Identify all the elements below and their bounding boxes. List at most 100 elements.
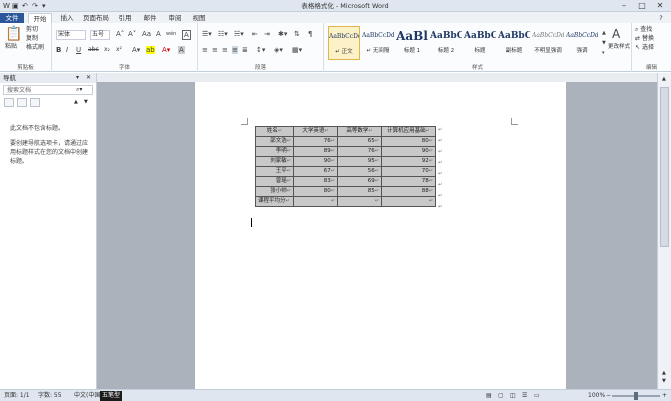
view-full-screen-icon[interactable]: ▢ xyxy=(498,391,504,401)
table-cell[interactable]: 王平↵ xyxy=(255,166,294,177)
styles-scroll-up-icon[interactable]: ▲ xyxy=(602,29,606,37)
minimize-button[interactable]: – xyxy=(616,0,632,11)
table-cell[interactable]: 曾瑶↵ xyxy=(255,176,294,187)
tab-page-layout[interactable]: 页面布局 xyxy=(80,13,112,23)
tab-mailings[interactable]: 邮件 xyxy=(139,13,161,23)
view-outline-icon[interactable]: ☰ xyxy=(522,391,527,401)
zoom-in-button[interactable]: + xyxy=(662,391,667,401)
table-cell[interactable]: 95↵ xyxy=(337,156,382,167)
superscript-button[interactable]: x² xyxy=(116,46,122,54)
table-cell[interactable]: 张小帅↵ xyxy=(255,186,294,197)
next-page-icon[interactable]: ▼ xyxy=(662,377,666,385)
paste-icon[interactable]: 📋 xyxy=(5,27,22,41)
tab-references[interactable]: 引用 xyxy=(114,13,136,23)
prev-page-icon[interactable]: ▲ xyxy=(662,369,666,377)
customize-quick-access-icon[interactable]: ▾ xyxy=(42,1,46,11)
numbering-icon[interactable]: ☷▾ xyxy=(218,30,228,38)
font-size-select[interactable]: 五号 xyxy=(90,30,110,40)
table-cell[interactable]: 76↵ xyxy=(337,146,382,157)
horizontal-ruler[interactable] xyxy=(97,73,657,82)
scroll-thumb[interactable] xyxy=(660,87,669,247)
tab-file[interactable]: 文件 xyxy=(0,13,24,23)
decrease-indent-icon[interactable]: ⇤ xyxy=(252,30,258,38)
table-cell[interactable]: 90↵ xyxy=(381,146,436,157)
zoom-slider[interactable] xyxy=(612,392,660,400)
help-icon[interactable]: ? xyxy=(654,13,668,23)
change-styles-button[interactable]: 更改样式 xyxy=(608,43,630,51)
select-button[interactable]: ↖ 选择 xyxy=(635,44,654,52)
scroll-up-icon[interactable]: ▲ xyxy=(662,75,666,83)
table-cell[interactable]: 邵文浩↵ xyxy=(255,136,294,147)
table-cell[interactable]: 80↵ xyxy=(293,186,338,197)
table-cell[interactable]: 85↵ xyxy=(337,186,382,197)
nav-options-icon[interactable]: ▾ xyxy=(76,74,79,82)
table-cell[interactable]: 92↵ xyxy=(381,156,436,167)
style-subtle-emphasis[interactable]: AaBbCcDd 不明显强调 xyxy=(532,26,564,60)
language-indicator[interactable]: 中文(中国) xyxy=(74,391,103,401)
borders-icon[interactable]: ▦▾ xyxy=(292,46,302,54)
redo-icon[interactable]: ↷ xyxy=(32,1,38,11)
nav-next-icon[interactable]: ▼ xyxy=(84,98,88,106)
table-cell[interactable]: 80↵ xyxy=(381,136,436,147)
maximize-button[interactable]: □ xyxy=(634,0,650,11)
grow-font-icon[interactable]: A˄ xyxy=(116,30,124,38)
clear-format-icon[interactable]: A xyxy=(156,30,161,38)
tab-view[interactable]: 视图 xyxy=(188,13,210,23)
table-header-cell[interactable]: 计算机应用基础↵ xyxy=(381,126,436,137)
bold-button[interactable]: B xyxy=(56,46,61,54)
nav-search-input[interactable]: 搜索文档 ⌕▾ xyxy=(3,85,93,95)
bullets-icon[interactable]: ☰▾ xyxy=(202,30,212,38)
styles-more-icon[interactable]: ▾ xyxy=(602,49,605,57)
style-normal[interactable]: AaBbCcDd ↵ 正文 xyxy=(328,26,360,60)
nav-pages-tab-icon[interactable] xyxy=(17,98,27,107)
table-cell[interactable]: 89↵ xyxy=(293,146,338,157)
align-right-icon[interactable]: ≡ xyxy=(222,46,228,54)
increase-indent-icon[interactable]: ⇥ xyxy=(264,30,270,38)
find-button[interactable]: ⌕ 查找 xyxy=(635,26,652,34)
line-spacing-icon[interactable]: ↕▾ xyxy=(256,46,265,54)
table-cell[interactable]: 83↵ xyxy=(293,176,338,187)
show-marks-icon[interactable]: ¶ xyxy=(308,30,312,38)
replace-button[interactable]: ⇄ 替换 xyxy=(635,35,654,43)
vertical-scrollbar[interactable]: ▲ ▲ ▼ xyxy=(657,73,671,389)
multilevel-list-icon[interactable]: ☵▾ xyxy=(234,30,244,38)
table-cell[interactable]: 56↵ xyxy=(337,166,382,177)
style-heading-1[interactable]: AaBl 标题 1 xyxy=(396,26,428,60)
underline-button[interactable]: U xyxy=(76,46,81,54)
font-name-select[interactable]: 宋体 xyxy=(56,30,86,40)
subscript-button[interactable]: x₂ xyxy=(104,46,110,54)
tab-home[interactable]: 开始 xyxy=(28,13,52,23)
table-cell[interactable]: 课程平均分↵ xyxy=(255,196,294,207)
table-cell[interactable]: ↵ xyxy=(337,196,382,207)
style-title[interactable]: AaBbC 标题 xyxy=(464,26,496,60)
zoom-slider-knob[interactable] xyxy=(634,392,638,400)
sort-icon[interactable]: ⇅ xyxy=(294,30,300,38)
highlight-icon[interactable]: ab xyxy=(146,46,155,54)
font-color-icon[interactable]: A▾ xyxy=(162,46,170,54)
view-print-layout-icon[interactable]: ▤ xyxy=(486,391,492,401)
close-button[interactable]: ✕ xyxy=(652,0,668,11)
view-web-icon[interactable]: ◫ xyxy=(510,391,516,401)
grades-table[interactable]: 姓名↵ 大学英语↵ 高等数学↵ 计算机应用基础↵ 邵文浩↵ 76↵ 65↵ 80↵ 李明… xyxy=(255,126,436,207)
table-cell[interactable]: 刘家敏↵ xyxy=(255,156,294,167)
chinese-layout-icon[interactable]: ✱▾ xyxy=(278,30,287,38)
align-left-icon[interactable]: ≡ xyxy=(202,46,208,54)
phonetic-guide-icon[interactable]: wén xyxy=(166,30,176,38)
style-no-spacing[interactable]: AaBbCcDd ↵ 无间隔 xyxy=(362,26,394,60)
character-border-icon[interactable]: A xyxy=(182,30,191,40)
tab-review[interactable]: 审阅 xyxy=(164,13,186,23)
table-cell[interactable]: 76↵ xyxy=(293,136,338,147)
styles-scroll-down-icon[interactable]: ▼ xyxy=(602,39,606,47)
table-cell[interactable]: 78↵ xyxy=(381,176,436,187)
table-header-cell[interactable]: 姓名↵ xyxy=(255,126,294,137)
italic-button[interactable]: I xyxy=(66,46,68,54)
table-cell[interactable]: 88↵ xyxy=(381,186,436,197)
zoom-out-button[interactable]: − xyxy=(606,391,611,401)
cut-button[interactable]: 剪切 xyxy=(26,26,38,34)
strikethrough-button[interactable]: abc xyxy=(88,46,99,54)
word-app-icon[interactable]: W xyxy=(3,1,10,11)
nav-prev-icon[interactable]: ▲ xyxy=(74,98,78,106)
style-emphasis[interactable]: AaBbCcDd 强调 xyxy=(566,26,598,60)
align-center-icon[interactable]: ≡ xyxy=(212,46,218,54)
table-header-cell[interactable]: 大学英语↵ xyxy=(293,126,338,137)
